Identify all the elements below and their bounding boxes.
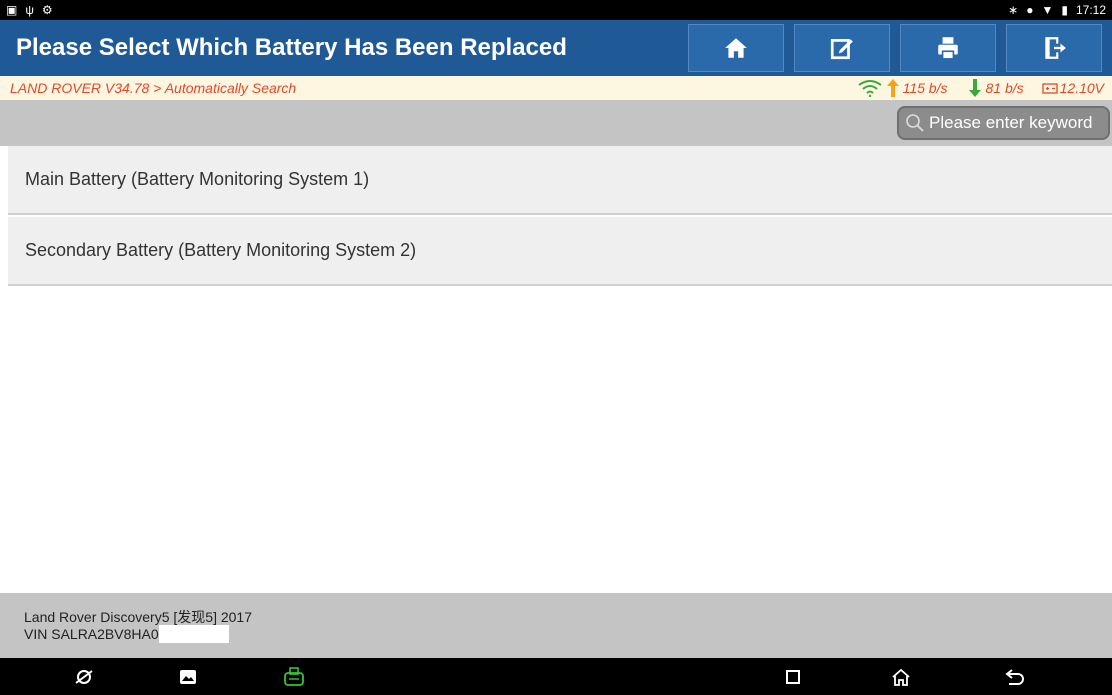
settings-notification-icon: ⚙	[41, 3, 53, 17]
download-arrow-icon	[969, 79, 982, 97]
back-arrow-icon	[1005, 669, 1024, 685]
browser-button[interactable]	[73, 666, 95, 688]
image-notification-icon: ▣	[6, 3, 18, 17]
info-bar: LAND ROVER V34.78 > Automatically Search…	[0, 76, 1112, 100]
vin-number: VIN SALRA2BV8HA0	[24, 626, 159, 642]
exit-icon	[1045, 37, 1066, 59]
car-battery-icon	[1041, 83, 1058, 94]
search-bar: Please enter keyword	[0, 100, 1112, 146]
navigation-bar	[0, 658, 1112, 695]
gallery-button[interactable]	[177, 666, 199, 688]
wifi-status-icon: ▼	[1041, 3, 1054, 17]
vin-row: VIN SALRA2BV8HA0	[24, 625, 1112, 643]
house-outline-icon	[892, 668, 910, 686]
title-bar: Please Select Which Battery Has Been Rep…	[0, 20, 1112, 76]
download-speed: 81 b/s	[985, 80, 1024, 96]
recent-apps-button[interactable]	[782, 666, 804, 688]
status-bar-right: ∗ ● ▼ ▮ 17:12	[1008, 3, 1106, 17]
usb-icon: ψ	[25, 3, 34, 17]
search-placeholder: Please enter keyword	[929, 113, 1093, 132]
bluetooth-icon: ∗	[1008, 3, 1019, 17]
home-icon	[725, 38, 747, 58]
clock: 17:12	[1075, 3, 1106, 17]
breadcrumb: LAND ROVER V34.78 > Automatically Search	[10, 80, 297, 96]
print-button[interactable]	[900, 24, 996, 72]
list-item-secondary-battery[interactable]: Secondary Battery (Battery Monitoring Sy…	[8, 217, 1112, 286]
vehicle-info-footer: Land Rover Discovery5 [发现5] 2017 VIN SAL…	[0, 593, 1112, 658]
home-nav-button[interactable]	[890, 666, 912, 688]
vci-connector-icon	[284, 667, 304, 686]
network-speed: 115 b/s 81 b/s	[857, 79, 1024, 97]
page-title: Please Select Which Battery Has Been Rep…	[16, 34, 567, 61]
voltage-value: 12.10V	[1059, 80, 1104, 96]
gallery-icon	[180, 670, 196, 684]
search-input[interactable]: Please enter keyword	[897, 106, 1110, 140]
planet-icon	[75, 670, 93, 684]
edit-icon	[830, 39, 853, 60]
battery-voltage: 12.10V	[1041, 80, 1104, 96]
edit-button[interactable]	[794, 24, 890, 72]
status-bar-left: ▣ ψ ⚙	[6, 4, 53, 16]
vci-button[interactable]	[283, 666, 305, 688]
upload-speed: 115 b/s	[902, 80, 948, 96]
square-icon	[786, 670, 800, 684]
status-bar: ▣ ψ ⚙ ∗ ● ▼ ▮ 17:12	[0, 0, 1112, 20]
upload-arrow-icon	[886, 79, 899, 97]
wifi-icon	[858, 80, 882, 97]
battery-status-icon: ▮	[1061, 3, 1068, 17]
vehicle-model: Land Rover Discovery5 [发现5] 2017	[24, 609, 252, 625]
do-not-disturb-icon: ●	[1026, 3, 1034, 17]
search-icon	[906, 114, 924, 132]
home-button[interactable]	[688, 24, 784, 72]
battery-list: Main Battery (Battery Monitoring System …	[8, 146, 1112, 288]
exit-button[interactable]	[1006, 24, 1102, 72]
print-icon	[938, 37, 958, 60]
back-button[interactable]	[1004, 666, 1026, 688]
vin-redaction	[158, 625, 229, 643]
list-item-main-battery[interactable]: Main Battery (Battery Monitoring System …	[8, 146, 1112, 215]
